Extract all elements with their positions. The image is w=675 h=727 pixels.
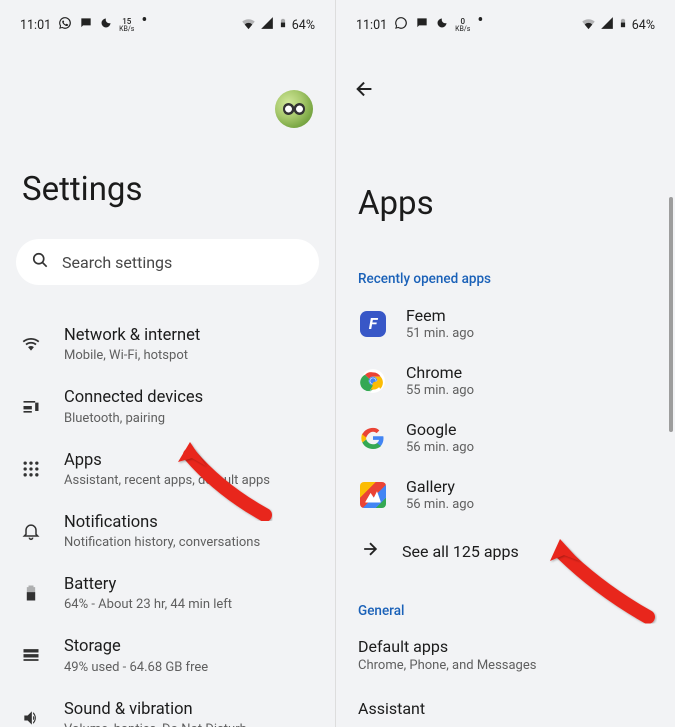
app-time: 55 min. ago	[406, 383, 474, 398]
setting-title: Apps	[64, 450, 270, 472]
setting-item-network[interactable]: Network & internet Mobile, Wi-Fi, hotspo…	[0, 313, 335, 375]
apps-screen: 11:01 0 KB/s •	[336, 0, 675, 727]
status-time: 11:01	[356, 18, 387, 33]
feem-app-icon: F	[358, 309, 388, 339]
status-time: 11:01	[20, 18, 51, 33]
battery-icon	[278, 15, 288, 35]
setting-item-apps[interactable]: Apps Assistant, recent apps, default app…	[0, 438, 335, 500]
back-button[interactable]	[354, 78, 378, 102]
setting-subtitle: Mobile, Wi-Fi, hotspot	[64, 348, 200, 363]
message-icon	[415, 16, 429, 34]
section-recently-opened: Recently opened apps	[336, 223, 675, 295]
general-title: Default apps	[358, 637, 675, 656]
setting-subtitle: Volume, haptics, Do Not Disturb	[64, 722, 247, 727]
app-item-chrome[interactable]: Chrome 55 min. ago	[336, 352, 675, 409]
app-item-gallery[interactable]: Gallery 56 min. ago	[336, 466, 675, 523]
moon-icon	[100, 17, 112, 33]
see-all-label: See all 125 apps	[402, 542, 519, 561]
settings-list: Network & internet Mobile, Wi-Fi, hotspo…	[0, 303, 335, 727]
general-item-assistant[interactable]: Assistant	[336, 681, 675, 726]
battery-percent: 64%	[292, 18, 315, 33]
whatsapp-icon	[58, 16, 72, 34]
setting-item-sound[interactable]: Sound & vibration Volume, haptics, Do No…	[0, 687, 335, 727]
wifi-icon	[241, 16, 256, 35]
setting-item-connected-devices[interactable]: Connected devices Bluetooth, pairing	[0, 375, 335, 437]
status-right: 64%	[241, 15, 315, 35]
app-time: 51 min. ago	[406, 326, 474, 341]
status-bar: 11:01 0 KB/s •	[336, 10, 675, 40]
devices-icon	[18, 396, 44, 416]
setting-title: Network & internet	[64, 325, 200, 347]
status-right: 64%	[581, 15, 655, 35]
app-item-google[interactable]: Google 56 min. ago	[336, 409, 675, 466]
setting-title: Connected devices	[64, 387, 203, 409]
general-item-default-apps[interactable]: Default apps Chrome, Phone, and Messages	[336, 627, 675, 681]
chrome-app-icon	[358, 366, 388, 396]
setting-title: Sound & vibration	[64, 699, 247, 721]
section-general: General	[336, 579, 675, 627]
general-subtitle: Chrome, Phone, and Messages	[358, 658, 675, 673]
profile-avatar[interactable]	[275, 90, 313, 128]
app-time: 56 min. ago	[406, 440, 474, 455]
status-left: 11:01 0 KB/s •	[356, 16, 483, 34]
wifi-icon	[581, 16, 596, 35]
gallery-app-icon	[358, 480, 388, 510]
battery-percent: 64%	[632, 18, 655, 33]
bell-icon	[18, 521, 44, 541]
whatsapp-icon	[394, 16, 408, 34]
setting-title: Storage	[64, 636, 208, 658]
scrollbar-indicator[interactable]	[669, 197, 673, 432]
volume-icon	[18, 708, 44, 727]
status-left: 11:01 15 KB/s •	[20, 16, 147, 34]
setting-item-storage[interactable]: Storage 49% used - 64.68 GB free	[0, 624, 335, 686]
app-item-feem[interactable]: F Feem 51 min. ago	[336, 295, 675, 352]
page-title: Apps	[336, 102, 675, 223]
see-all-apps-button[interactable]: See all 125 apps	[336, 523, 675, 579]
search-icon	[30, 250, 50, 274]
net-speed-label: 15 KB/s	[119, 18, 134, 33]
setting-subtitle: Notification history, conversations	[64, 535, 260, 550]
app-name: Google	[406, 420, 474, 439]
net-speed-label: 0 KB/s	[455, 18, 470, 33]
status-bar: 11:01 15 KB/s •	[0, 10, 335, 40]
setting-title: Notifications	[64, 512, 260, 534]
app-time: 56 min. ago	[406, 497, 474, 512]
search-settings-input[interactable]: Search settings	[16, 239, 319, 285]
app-name: Feem	[406, 306, 474, 325]
setting-subtitle: 49% used - 64.68 GB free	[64, 660, 208, 675]
setting-subtitle: Assistant, recent apps, default apps	[64, 473, 270, 488]
setting-item-battery[interactable]: Battery 64% - About 23 hr, 44 min left	[0, 562, 335, 624]
wifi-icon	[18, 334, 44, 354]
search-placeholder: Search settings	[62, 253, 172, 272]
google-app-icon	[358, 423, 388, 453]
general-title: Assistant	[358, 699, 675, 718]
apps-grid-icon	[18, 459, 44, 479]
moon-icon	[436, 17, 448, 33]
settings-screen: 11:01 15 KB/s •	[0, 0, 336, 727]
setting-item-notifications[interactable]: Notifications Notification history, conv…	[0, 500, 335, 562]
recent-apps-list: F Feem 51 min. ago Chrome 55 min. ago Go…	[336, 295, 675, 579]
signal-icon	[260, 16, 274, 34]
setting-title: Battery	[64, 574, 232, 596]
storage-icon	[18, 645, 44, 665]
app-name: Chrome	[406, 363, 474, 382]
app-name: Gallery	[406, 477, 474, 496]
setting-subtitle: 64% - About 23 hr, 44 min left	[64, 597, 232, 612]
signal-icon	[600, 16, 614, 34]
battery-icon	[618, 15, 628, 35]
message-icon	[79, 16, 93, 34]
battery-icon	[18, 583, 44, 603]
setting-subtitle: Bluetooth, pairing	[64, 411, 203, 426]
arrow-right-icon	[360, 539, 380, 563]
